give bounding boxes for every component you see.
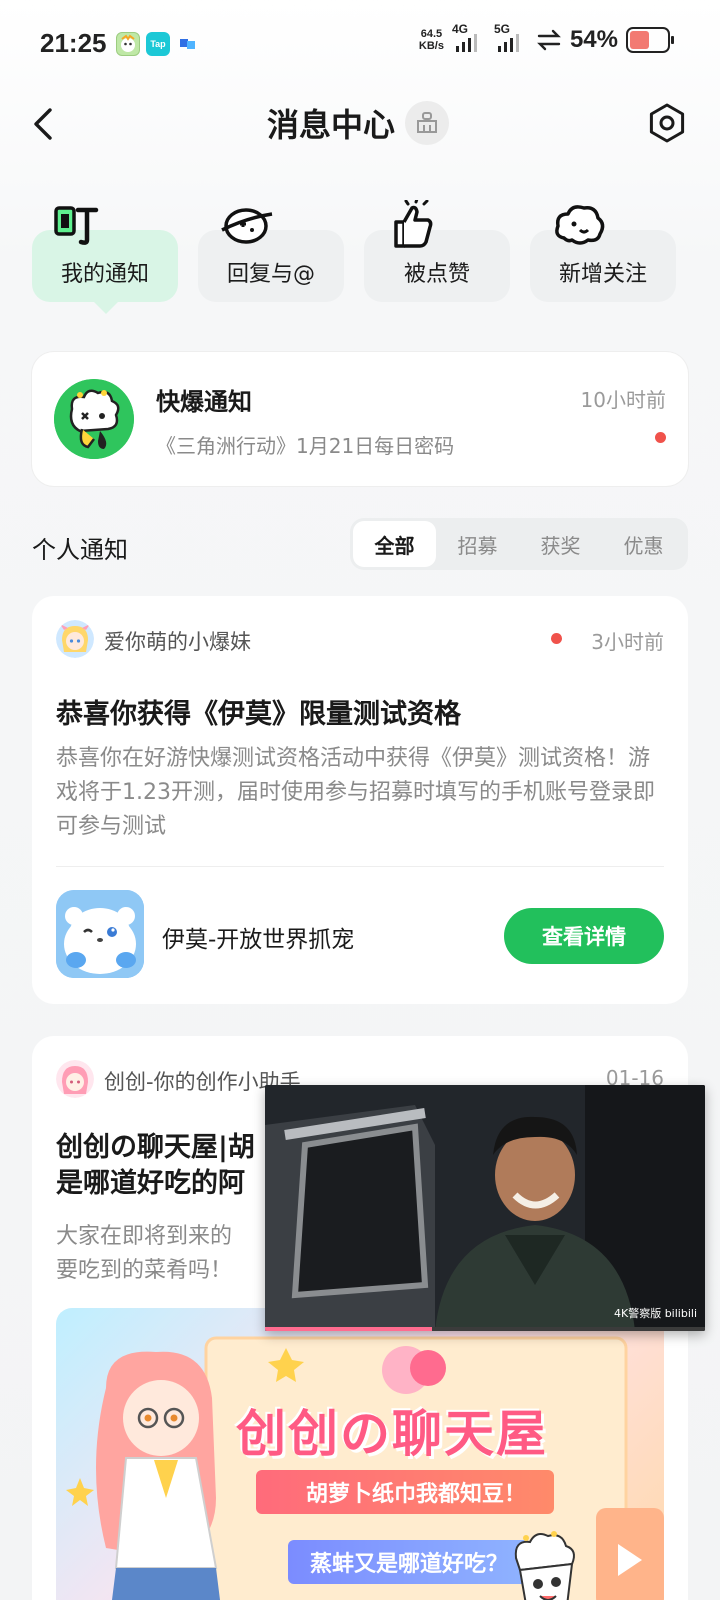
notification-time: 3小时前 bbox=[591, 630, 664, 654]
notification-body: 恭喜你在好游快爆测试资格活动中获得《伊莫》测试资格！游戏将于1.23开测，届时使… bbox=[56, 746, 655, 839]
tab-label: 被点赞 bbox=[403, 262, 470, 287]
kuaibao-notice-card[interactable]: 快爆通知 《三角洲行动》1月21日每日密码 10小时前 bbox=[32, 352, 688, 486]
page-title: 消息中心 bbox=[267, 106, 396, 144]
tab-likes[interactable]: 被点赞 bbox=[364, 200, 510, 302]
unread-dot bbox=[655, 432, 666, 443]
white-pet-icon bbox=[56, 890, 144, 978]
ding-icon bbox=[54, 206, 99, 245]
signal-bars-icon bbox=[455, 34, 477, 52]
back-button[interactable] bbox=[28, 102, 68, 146]
filter-recruit[interactable]: 招募 bbox=[436, 521, 519, 567]
blue-app-icon bbox=[176, 32, 200, 56]
broom-icon bbox=[417, 112, 438, 133]
signal-5g: 5G bbox=[494, 22, 528, 54]
net-speed-unit: KB/s bbox=[418, 40, 444, 52]
header: 消息中心 bbox=[0, 90, 720, 160]
avatar bbox=[56, 620, 94, 658]
follow-cloud-icon bbox=[555, 205, 605, 245]
notification-card[interactable]: 爱你萌的小爆妹 3小时前 恭喜你获得《伊莫》限量测试资格 恭喜你在好游快爆测试资… bbox=[32, 596, 688, 1004]
active-tab-pointer bbox=[94, 302, 118, 314]
kuaibao-subtitle: 《三角洲行动》1月21日每日密码 bbox=[156, 434, 455, 458]
video-watermark: 4K警察版 bilibili bbox=[613, 1307, 697, 1320]
kuaibao-avatar bbox=[54, 379, 134, 459]
taptap-icon: Tap bbox=[146, 32, 170, 56]
planet-chat-icon bbox=[221, 208, 273, 244]
banner-tagline: 胡萝卜纸巾我都知豆！ bbox=[256, 1470, 555, 1514]
filter-award[interactable]: 获奖 bbox=[519, 521, 602, 567]
section-title: 个人通知 bbox=[32, 536, 128, 564]
net-speed-value: 64.5 bbox=[420, 28, 443, 40]
tab-label: 我的通知 bbox=[60, 262, 149, 287]
status-bar: 21:25 Tap 64.5 KB/s 4G 5G 54% bbox=[0, 0, 720, 88]
pink-girl-avatar-icon bbox=[56, 1060, 94, 1098]
promo-banner[interactable]: 创创の聊天屋 胡萝卜纸巾我都知豆！ 蒸蚌又是哪道好吃？ bbox=[56, 1308, 664, 1600]
floating-video-player[interactable]: 4K警察版 bilibili bbox=[265, 1085, 705, 1331]
cartoon-app-icon bbox=[116, 32, 140, 56]
video-progress-fill bbox=[265, 1327, 433, 1331]
tab-label: 新增关注 bbox=[558, 262, 647, 287]
tab-my-notifications[interactable]: 我的通知 bbox=[32, 206, 178, 314]
video-frame bbox=[265, 1085, 705, 1331]
tab-replies[interactable]: 回复与@ bbox=[198, 208, 344, 302]
status-time: 21:25 bbox=[40, 28, 107, 58]
gear-icon bbox=[649, 103, 685, 143]
chevron-left-icon bbox=[34, 108, 52, 140]
data-transfer-icon bbox=[537, 29, 561, 51]
popcorn-mascot-icon bbox=[54, 379, 134, 459]
anime-girl-avatar-icon bbox=[56, 620, 94, 658]
battery-percent: 54% bbox=[569, 26, 618, 53]
notification-title: 恭喜你获得《伊莫》限量测试资格 bbox=[56, 699, 461, 730]
filter-all[interactable]: 全部 bbox=[353, 521, 436, 567]
net-speed: 64.5 KB/s bbox=[419, 28, 444, 52]
notification-filter: 全部 招募 获奖 优惠 bbox=[350, 518, 688, 570]
battery-fill bbox=[630, 31, 650, 49]
signal-4g: 4G bbox=[452, 22, 486, 54]
view-details-button[interactable]: 查看详情 bbox=[504, 908, 664, 964]
game-name: 伊莫-开放世界抓宠 bbox=[162, 927, 355, 953]
banner-tagline: 蒸蚌又是哪道好吃？ bbox=[288, 1540, 531, 1584]
battery-icon bbox=[626, 27, 674, 53]
status-right: 64.5 KB/s 4G 5G 54% bbox=[419, 22, 674, 54]
game-icon[interactable] bbox=[56, 890, 144, 978]
anime-girl-illustration bbox=[96, 1351, 220, 1600]
sender-name: 爱你萌的小爆妹 bbox=[104, 630, 251, 654]
signal-bars-icon bbox=[497, 34, 519, 52]
kuaibao-time: 10小时前 bbox=[580, 388, 666, 412]
clean-button[interactable] bbox=[405, 101, 450, 145]
kuaibao-title: 快爆通知 bbox=[156, 388, 252, 416]
thumbs-up-icon bbox=[394, 200, 433, 248]
avatar bbox=[56, 1060, 94, 1098]
unread-dot bbox=[551, 633, 562, 644]
popcorn-mascot-icon bbox=[514, 1531, 575, 1600]
divider bbox=[56, 866, 664, 867]
category-tabs: 我的通知 回复与@ 被点赞 新增关注 bbox=[32, 196, 688, 316]
filter-discount[interactable]: 优惠 bbox=[602, 521, 685, 567]
tab-new-followers[interactable]: 新增关注 bbox=[530, 205, 676, 302]
banner-title: 创创の聊天屋 bbox=[236, 1404, 548, 1463]
settings-button[interactable] bbox=[644, 100, 690, 146]
video-progress-bar[interactable] bbox=[265, 1327, 705, 1331]
tab-label: 回复与@ bbox=[226, 262, 315, 287]
title-wrap: 消息中心 bbox=[267, 100, 450, 146]
